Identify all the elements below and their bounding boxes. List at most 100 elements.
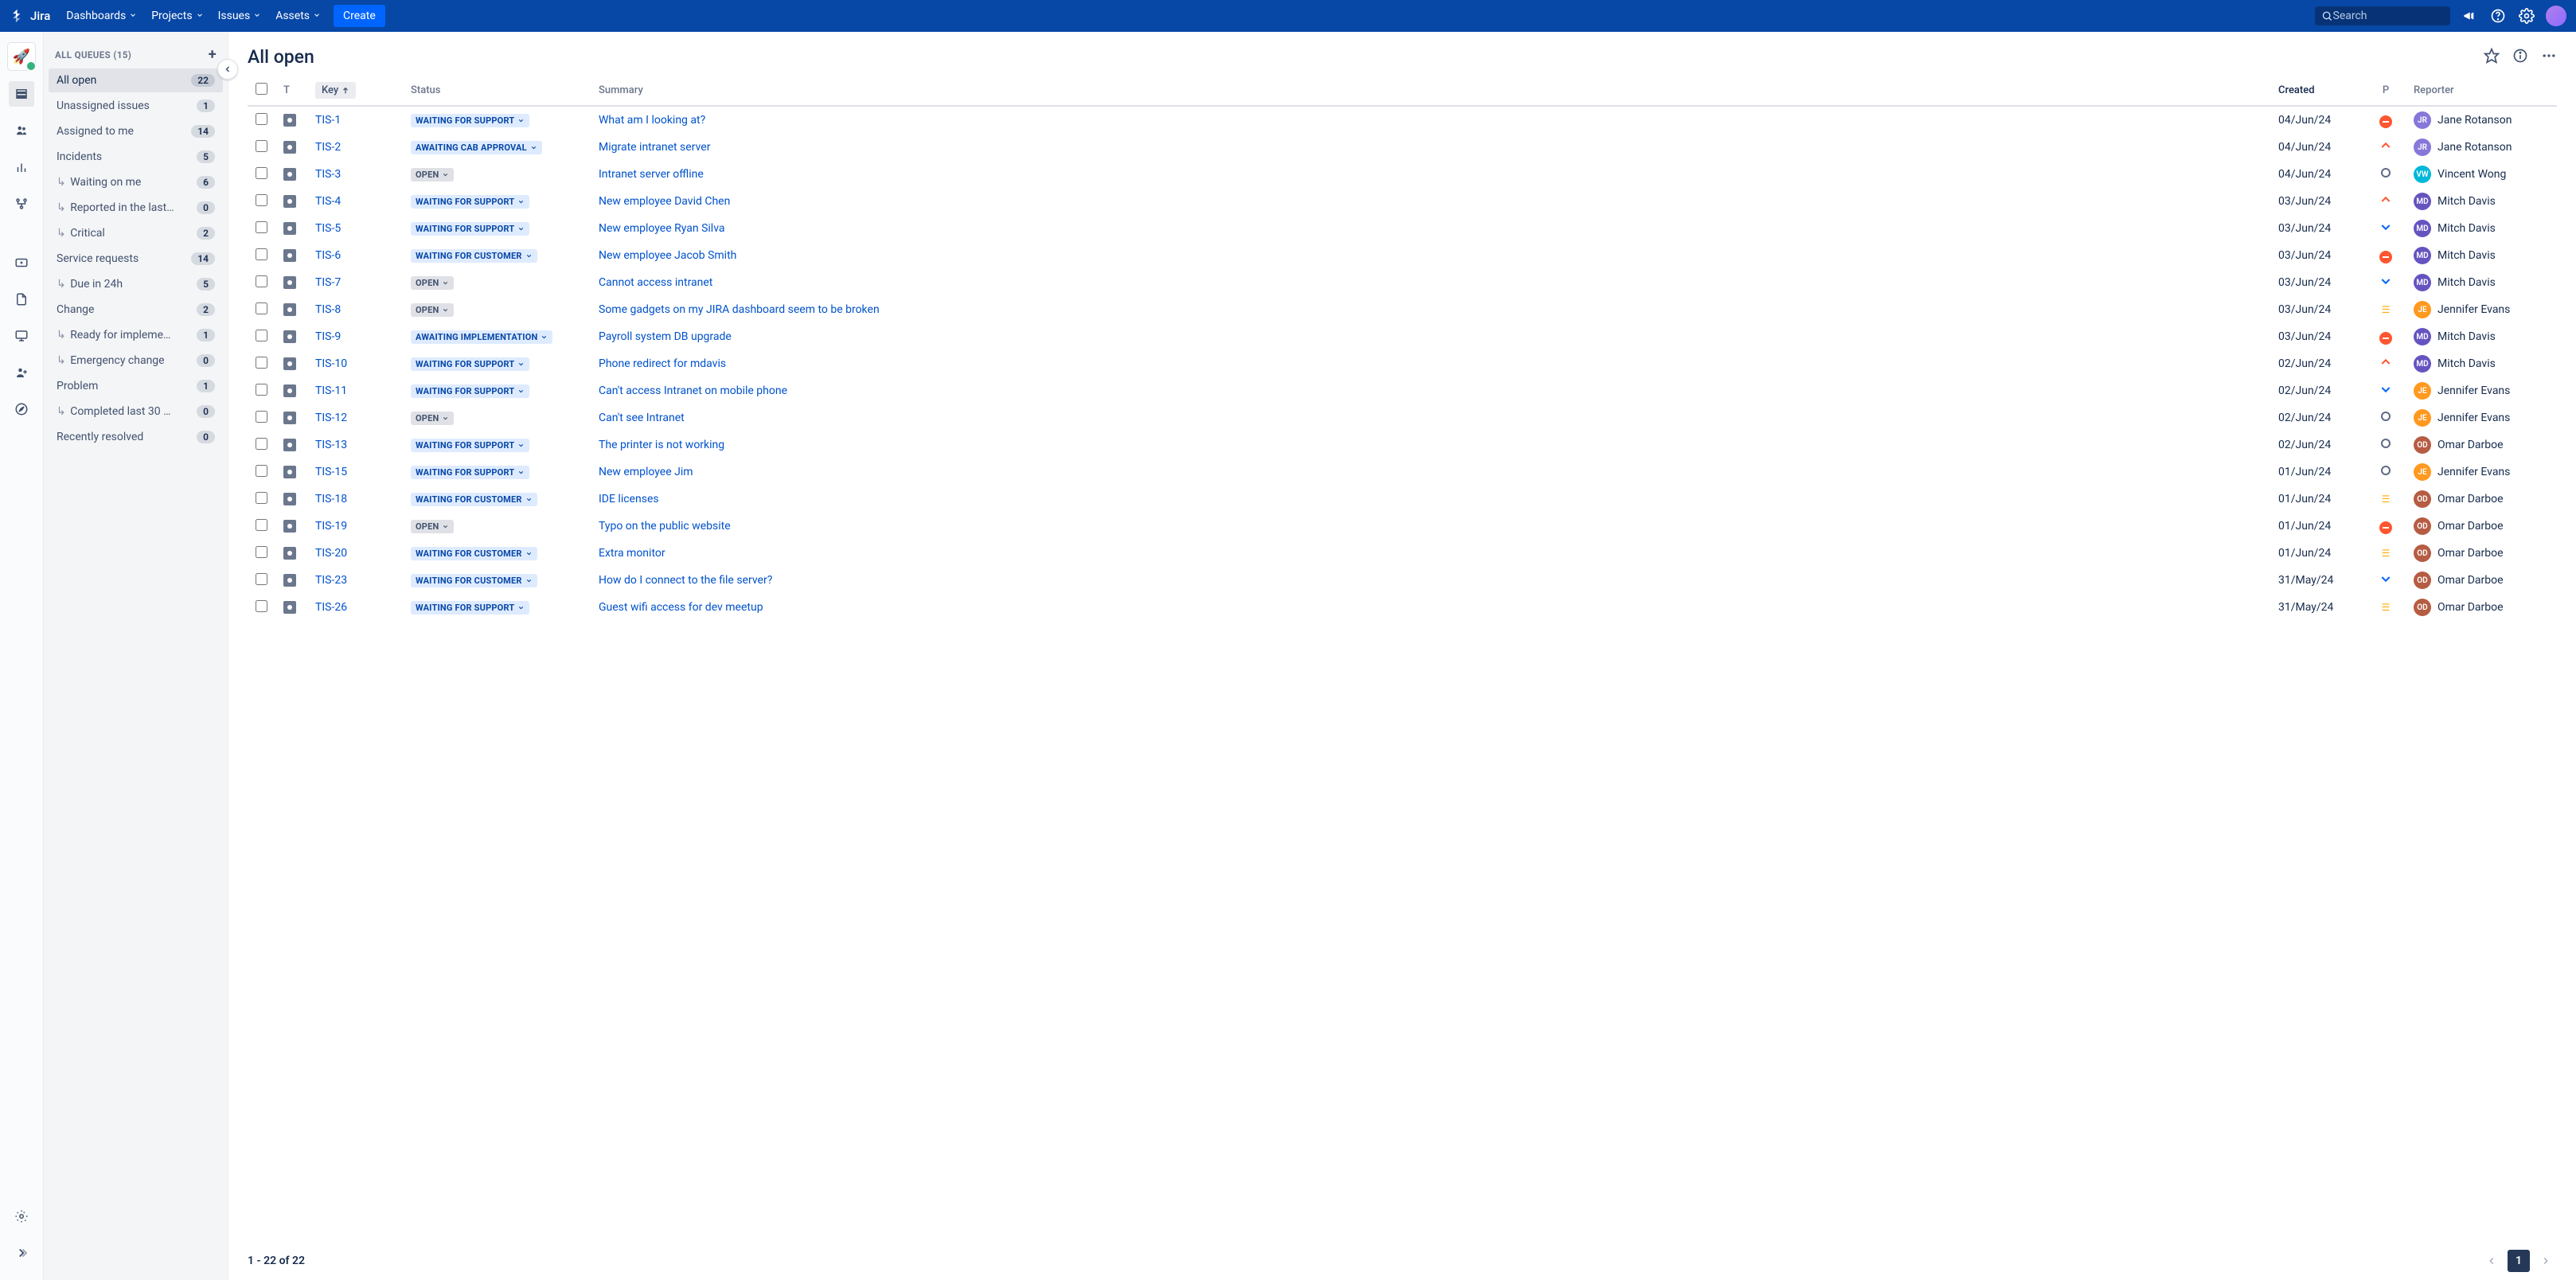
issue-key-link[interactable]: TIS-12: [315, 412, 347, 424]
issue-key-link[interactable]: TIS-5: [315, 222, 341, 235]
summary-link[interactable]: New employee David Chen: [599, 195, 730, 208]
nav-item-assets[interactable]: Assets: [269, 5, 327, 27]
reporter[interactable]: ODOmar Darboe: [2414, 572, 2549, 589]
summary-link[interactable]: Extra monitor: [599, 547, 665, 560]
status-lozenge[interactable]: OPEN: [411, 303, 454, 317]
sidebar-item-0[interactable]: All open22: [49, 68, 223, 92]
add-queue-button[interactable]: +: [209, 48, 217, 62]
col-type[interactable]: T: [275, 76, 307, 106]
row-checkbox[interactable]: [256, 357, 267, 369]
nav-item-projects[interactable]: Projects: [145, 5, 209, 27]
rail-queues-icon[interactable]: [9, 81, 34, 107]
rail-people-icon[interactable]: [9, 118, 34, 143]
row-checkbox[interactable]: [256, 546, 267, 558]
status-lozenge[interactable]: OPEN: [411, 412, 454, 425]
summary-link[interactable]: Can't access Intranet on mobile phone: [599, 384, 787, 397]
sidebar-item-11[interactable]: Emergency change0: [49, 349, 223, 373]
summary-link[interactable]: New employee Ryan Silva: [599, 222, 725, 235]
issue-key-link[interactable]: TIS-19: [315, 520, 347, 533]
pager-prev[interactable]: [2480, 1250, 2503, 1272]
summary-link[interactable]: New employee Jacob Smith: [599, 249, 736, 262]
row-checkbox[interactable]: [256, 465, 267, 477]
row-checkbox[interactable]: [256, 411, 267, 423]
status-lozenge[interactable]: WAITING FOR SUPPORT: [411, 114, 529, 127]
reporter[interactable]: ODOmar Darboe: [2414, 436, 2549, 454]
col-summary[interactable]: Summary: [591, 76, 2270, 106]
row-checkbox[interactable]: [256, 167, 267, 179]
status-lozenge[interactable]: OPEN: [411, 276, 454, 290]
row-checkbox[interactable]: [256, 248, 267, 260]
sidebar-item-12[interactable]: Problem1: [49, 374, 223, 398]
issue-key-link[interactable]: TIS-7: [315, 276, 341, 289]
status-lozenge[interactable]: WAITING FOR SUPPORT: [411, 439, 529, 452]
col-created[interactable]: Created: [2270, 76, 2366, 106]
nav-item-issues[interactable]: Issues: [212, 5, 268, 27]
reporter[interactable]: JRJane Rotanson: [2414, 139, 2549, 156]
reporter[interactable]: MDMitch Davis: [2414, 328, 2549, 345]
issue-key-link[interactable]: TIS-1: [315, 114, 341, 127]
rail-monitor-icon[interactable]: [9, 323, 34, 349]
summary-link[interactable]: Cannot access intranet: [599, 276, 712, 289]
summary-link[interactable]: IDE licenses: [599, 493, 659, 505]
rail-page-icon[interactable]: [9, 287, 34, 312]
reporter[interactable]: MDMitch Davis: [2414, 193, 2549, 210]
row-checkbox[interactable]: [256, 492, 267, 504]
rail-settings-icon[interactable]: [9, 1204, 34, 1229]
status-lozenge[interactable]: WAITING FOR SUPPORT: [411, 601, 529, 615]
info-icon[interactable]: [2512, 48, 2528, 67]
reporter[interactable]: ODOmar Darboe: [2414, 490, 2549, 508]
row-checkbox[interactable]: [256, 438, 267, 450]
sidebar-item-7[interactable]: Service requests14: [49, 247, 223, 271]
reporter[interactable]: VWVincent Wong: [2414, 166, 2549, 183]
status-lozenge[interactable]: WAITING FOR SUPPORT: [411, 195, 529, 209]
row-checkbox[interactable]: [256, 600, 267, 612]
rail-add-user-icon[interactable]: [9, 360, 34, 385]
status-lozenge[interactable]: WAITING FOR CUSTOMER: [411, 574, 537, 587]
search-input[interactable]: [2333, 10, 2445, 22]
summary-link[interactable]: Intranet server offline: [599, 168, 704, 181]
status-lozenge[interactable]: OPEN: [411, 520, 454, 533]
issue-key-link[interactable]: TIS-20: [315, 547, 347, 560]
sidebar-item-2[interactable]: Assigned to me14: [49, 119, 223, 143]
row-checkbox[interactable]: [256, 302, 267, 314]
issue-key-link[interactable]: TIS-13: [315, 439, 347, 451]
summary-link[interactable]: Typo on the public website: [599, 520, 731, 533]
status-lozenge[interactable]: WAITING FOR CUSTOMER: [411, 547, 537, 560]
row-checkbox[interactable]: [256, 573, 267, 585]
pager-page-1[interactable]: 1: [2508, 1250, 2530, 1272]
summary-link[interactable]: The printer is not working: [599, 439, 724, 451]
select-all-checkbox[interactable]: [256, 83, 267, 95]
summary-link[interactable]: New employee Jim: [599, 466, 693, 478]
status-lozenge[interactable]: AWAITING CAB APPROVAL: [411, 141, 542, 154]
sidebar-item-1[interactable]: Unassigned issues1: [49, 94, 223, 118]
reporter[interactable]: ODOmar Darboe: [2414, 599, 2549, 616]
status-lozenge[interactable]: WAITING FOR SUPPORT: [411, 466, 529, 479]
reporter[interactable]: MDMitch Davis: [2414, 355, 2549, 373]
search-box[interactable]: [2315, 6, 2450, 25]
status-lozenge[interactable]: AWAITING IMPLEMENTATION: [411, 330, 552, 344]
issue-key-link[interactable]: TIS-6: [315, 249, 341, 262]
summary-link[interactable]: How do I connect to the file server?: [599, 574, 772, 587]
reporter[interactable]: ODOmar Darboe: [2414, 517, 2549, 535]
help-icon[interactable]: [2488, 6, 2508, 25]
collapse-sidebar-button[interactable]: [217, 59, 238, 80]
row-checkbox[interactable]: [256, 194, 267, 206]
col-priority[interactable]: P: [2366, 76, 2406, 106]
gear-icon[interactable]: [2517, 6, 2536, 25]
issue-key-link[interactable]: TIS-26: [315, 601, 347, 614]
rail-expand-icon[interactable]: [9, 1240, 34, 1266]
nav-item-dashboards[interactable]: Dashboards: [60, 5, 143, 27]
col-reporter[interactable]: Reporter: [2406, 76, 2557, 106]
row-checkbox[interactable]: [256, 221, 267, 233]
star-icon[interactable]: [2484, 48, 2500, 67]
rail-compass-icon[interactable]: [9, 396, 34, 422]
sidebar-item-14[interactable]: Recently resolved0: [49, 425, 223, 449]
reporter[interactable]: MDMitch Davis: [2414, 220, 2549, 237]
rail-tree-icon[interactable]: [9, 191, 34, 217]
issue-key-link[interactable]: TIS-4: [315, 195, 341, 208]
status-lozenge[interactable]: WAITING FOR SUPPORT: [411, 384, 529, 398]
sidebar-item-5[interactable]: Reported in the last 60 ...0: [49, 196, 223, 220]
status-lozenge[interactable]: WAITING FOR CUSTOMER: [411, 493, 537, 506]
status-lozenge[interactable]: WAITING FOR SUPPORT: [411, 357, 529, 371]
jira-logo[interactable]: Jira: [10, 8, 50, 24]
